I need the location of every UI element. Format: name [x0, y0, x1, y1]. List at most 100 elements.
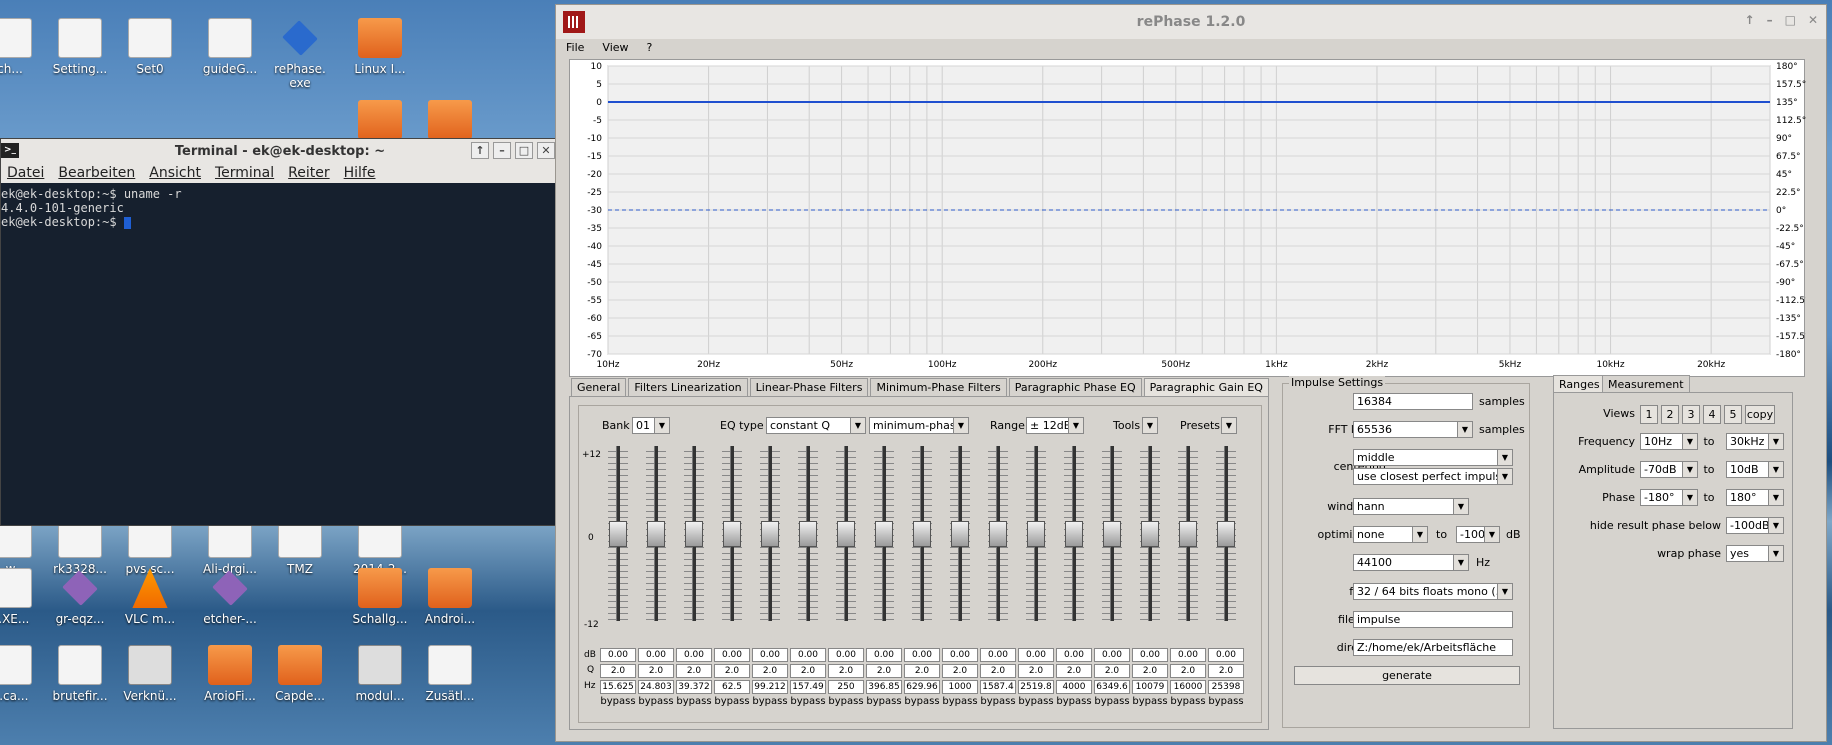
tab-minimum-phase-filters[interactable]: Minimum-Phase Filters: [870, 378, 1007, 396]
gain-db-field[interactable]: 0.00: [790, 648, 826, 662]
phase-to-select[interactable]: 180° ▼: [1726, 489, 1784, 506]
gain-slider[interactable]: [714, 446, 750, 621]
slider-knob[interactable]: [1179, 520, 1197, 547]
slider-knob[interactable]: [685, 520, 703, 547]
q-field[interactable]: 2.0: [600, 664, 636, 678]
bypass-toggle[interactable]: bypass: [638, 696, 674, 707]
slider-knob[interactable]: [951, 520, 969, 547]
response-plot[interactable]: 10 180° 5 157.5° 0 135° -5 112.5° -10 90° -15 67.5°…: [569, 59, 1806, 377]
bypass-toggle[interactable]: bypass: [1208, 696, 1244, 707]
taps-input[interactable]: 16384: [1353, 393, 1473, 410]
bypass-toggle[interactable]: bypass: [1132, 696, 1168, 707]
rate-select[interactable]: 44100 ▼: [1353, 554, 1469, 571]
bypass-toggle[interactable]: bypass: [600, 696, 636, 707]
wrap-phase-select[interactable]: yes ▼: [1726, 545, 1784, 562]
q-field[interactable]: 2.0: [1094, 664, 1130, 678]
view-button[interactable]: 4: [1703, 405, 1721, 424]
gain-db-field[interactable]: 0.00: [1132, 648, 1168, 662]
desktop-icon[interactable]: rePhase. exe: [260, 18, 340, 90]
gain-db-field[interactable]: 0.00: [828, 648, 864, 662]
q-field[interactable]: 2.0: [980, 664, 1016, 678]
frequency-from-select[interactable]: 10Hz ▼: [1640, 433, 1698, 450]
frequency-field[interactable]: 396.85: [866, 680, 902, 694]
view-button[interactable]: 5: [1724, 405, 1742, 424]
desktop-icon[interactable]: modul...: [340, 645, 420, 703]
desktop-icon[interactable]: Linux I...: [340, 18, 420, 76]
frequency-field[interactable]: 15.625: [600, 680, 636, 694]
close-button[interactable]: ✕: [537, 142, 555, 159]
view-button[interactable]: 2: [1661, 405, 1679, 424]
bank-select[interactable]: 01 ▼: [632, 417, 670, 434]
q-field[interactable]: 2.0: [866, 664, 902, 678]
windowing-select[interactable]: hann ▼: [1353, 498, 1469, 515]
slider-knob[interactable]: [837, 520, 855, 547]
centering-select[interactable]: middle ▼: [1353, 449, 1513, 466]
bypass-toggle[interactable]: bypass: [1094, 696, 1130, 707]
bypass-toggle[interactable]: bypass: [1018, 696, 1054, 707]
desktop-icon[interactable]: VLC m...: [110, 568, 190, 626]
desktop-icon[interactable]: Capde...: [260, 645, 340, 703]
gain-slider[interactable]: [1170, 446, 1206, 621]
q-field[interactable]: 2.0: [942, 664, 978, 678]
desktop-icon[interactable]: Androi...: [410, 568, 490, 626]
slider-knob[interactable]: [647, 520, 665, 547]
amplitude-from-select[interactable]: -70dB ▼: [1640, 461, 1698, 478]
minimize-button[interactable]: –: [1767, 13, 1773, 27]
menu-reiter[interactable]: Reiter: [288, 165, 329, 181]
filename-input[interactable]: impulse: [1353, 611, 1513, 628]
gain-db-field[interactable]: 0.00: [866, 648, 902, 662]
menu-datei[interactable]: Datei: [7, 165, 44, 181]
desktop-icon[interactable]: guideG...: [190, 18, 270, 76]
q-field[interactable]: 2.0: [1132, 664, 1168, 678]
tab-paragraphic-gain-eq[interactable]: Paragraphic Gain EQ: [1143, 378, 1269, 396]
desktop-icon[interactable]: Setting...: [40, 18, 120, 76]
gain-db-field[interactable]: 0.00: [1094, 648, 1130, 662]
presets-menu[interactable]: ▼: [1221, 417, 1237, 434]
desktop-icon[interactable]: Verknü...: [110, 645, 190, 703]
pin-icon[interactable]: ↑: [471, 142, 489, 159]
gain-slider[interactable]: [1018, 446, 1054, 621]
frequency-field[interactable]: 157.49: [790, 680, 826, 694]
phase-type-select[interactable]: minimum-phase ▼: [869, 417, 969, 434]
bypass-toggle[interactable]: bypass: [752, 696, 788, 707]
q-field[interactable]: 2.0: [714, 664, 750, 678]
gain-slider[interactable]: [828, 446, 864, 621]
q-field[interactable]: 2.0: [752, 664, 788, 678]
q-field[interactable]: 2.0: [638, 664, 674, 678]
terminal-window[interactable]: >_ Terminal - ek@ek-desktop: ~ ↑ – □ ✕ D…: [0, 138, 560, 526]
q-field[interactable]: 2.0: [828, 664, 864, 678]
slider-knob[interactable]: [875, 520, 893, 547]
maximize-button[interactable]: □: [1785, 13, 1796, 27]
frequency-field[interactable]: 2519.8: [1018, 680, 1054, 694]
desktop-icon[interactable]: Set0: [110, 18, 190, 76]
tools-menu[interactable]: ▼: [1142, 417, 1158, 434]
frequency-field[interactable]: 250: [828, 680, 864, 694]
frequency-field[interactable]: 25398: [1208, 680, 1244, 694]
tab-measurement[interactable]: Measurement: [1602, 375, 1690, 393]
q-field[interactable]: 2.0: [1170, 664, 1206, 678]
desktop-icon[interactable]: TMZ: [260, 518, 340, 576]
slider-knob[interactable]: [609, 520, 627, 547]
rephase-window[interactable]: rePhase 1.2.0 ↑ – □ ✕ File View ? 10 180°…: [555, 4, 1827, 742]
terminal-titlebar[interactable]: >_ Terminal - ek@ek-desktop: ~ ↑ – □ ✕: [1, 139, 559, 163]
slider-knob[interactable]: [761, 520, 779, 547]
hide-phase-select[interactable]: -100dB ▼: [1726, 517, 1784, 534]
frequency-to-select[interactable]: 30kHz ▼: [1726, 433, 1784, 450]
bypass-toggle[interactable]: bypass: [980, 696, 1016, 707]
frequency-field[interactable]: 62.5: [714, 680, 750, 694]
menu-help[interactable]: ?: [647, 41, 653, 54]
gain-slider[interactable]: [676, 446, 712, 621]
gain-db-field[interactable]: 0.00: [1208, 648, 1244, 662]
q-field[interactable]: 2.0: [1018, 664, 1054, 678]
bypass-toggle[interactable]: bypass: [676, 696, 712, 707]
slider-knob[interactable]: [1027, 520, 1045, 547]
phase-from-select[interactable]: -180° ▼: [1640, 489, 1698, 506]
tab-filters-linearization[interactable]: Filters Linearization: [628, 378, 748, 396]
gain-db-field[interactable]: 0.00: [638, 648, 674, 662]
q-field[interactable]: 2.0: [1056, 664, 1092, 678]
desktop-icon[interactable]: etcher-...: [190, 568, 270, 626]
frequency-field[interactable]: 4000: [1056, 680, 1092, 694]
gain-slider[interactable]: [1132, 446, 1168, 621]
bypass-toggle[interactable]: bypass: [866, 696, 902, 707]
centering-mode-select[interactable]: use closest perfect impulse ▼: [1353, 468, 1513, 485]
